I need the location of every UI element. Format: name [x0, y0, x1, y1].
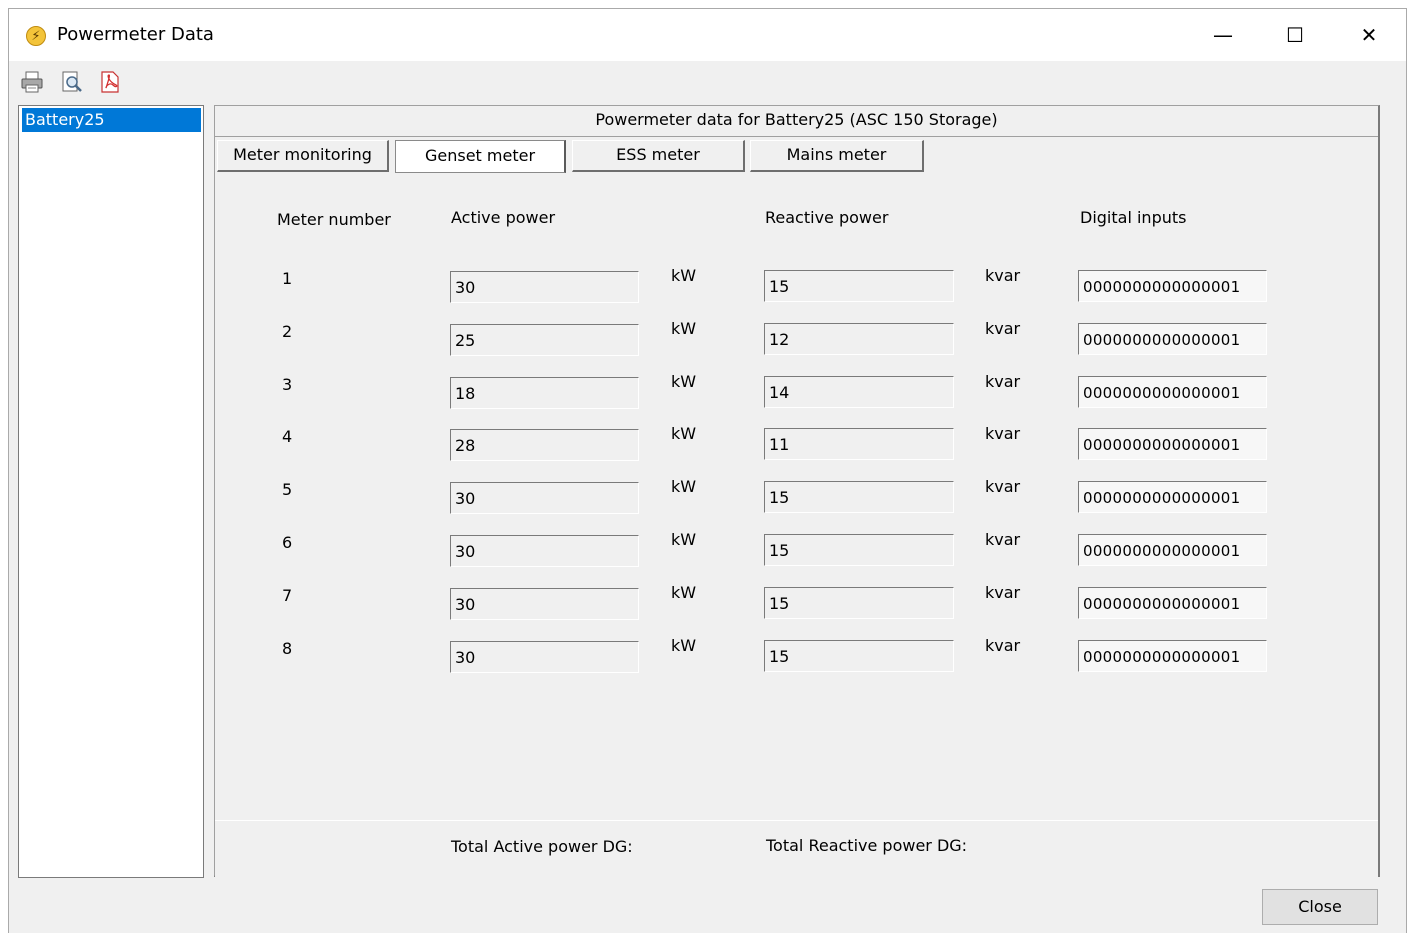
- panel-header: Powermeter data for Battery25 (ASC 150 S…: [215, 106, 1378, 137]
- active-power-unit: kW: [671, 372, 697, 391]
- meter-number-label: 2: [282, 322, 293, 341]
- digital-inputs-field[interactable]: 0000000000000001: [1078, 587, 1267, 619]
- powermeter-window: ⚡ Powermeter Data — ☐ ✕ Battery25 Powerm…: [8, 8, 1407, 933]
- active-power-field[interactable]: 30: [450, 482, 639, 514]
- active-power-unit: kW: [671, 424, 697, 443]
- meter-number-label: 5: [282, 480, 293, 499]
- tab-ess-meter[interactable]: ESS meter: [572, 140, 745, 172]
- meter-number-label: 8: [282, 639, 293, 658]
- reactive-power-field[interactable]: 15: [764, 640, 954, 672]
- reactive-power-field[interactable]: 15: [764, 587, 954, 619]
- reactive-power-field[interactable]: 11: [764, 428, 954, 460]
- active-power-header: Active power: [451, 208, 556, 227]
- active-power-unit: kW: [671, 477, 697, 496]
- export-pdf-icon[interactable]: [97, 69, 123, 95]
- tab-meter-monitoring[interactable]: Meter monitoring: [217, 140, 389, 172]
- active-power-field[interactable]: 25: [450, 324, 639, 356]
- digital-inputs-field[interactable]: 0000000000000001: [1078, 640, 1267, 672]
- totals-bar: Total Active power DG: Total Reactive po…: [215, 820, 1378, 877]
- digital-inputs-field[interactable]: 0000000000000001: [1078, 481, 1267, 513]
- close-button[interactable]: Close: [1262, 889, 1378, 925]
- tab-genset-meter[interactable]: Genset meter: [395, 140, 566, 173]
- reactive-power-field[interactable]: 15: [764, 270, 954, 302]
- meter-number-header: Meter number: [277, 210, 391, 229]
- total-reactive-power-label: Total Reactive power DG:: [766, 836, 968, 855]
- active-power-unit: kW: [671, 530, 697, 549]
- active-power-field[interactable]: 28: [450, 429, 639, 461]
- reactive-power-field[interactable]: 14: [764, 376, 954, 408]
- digital-inputs-field[interactable]: 0000000000000001: [1078, 270, 1267, 302]
- reactive-power-field[interactable]: 12: [764, 323, 954, 355]
- reactive-power-unit: kvar: [985, 530, 1021, 549]
- window-title: Powermeter Data: [57, 24, 214, 45]
- active-power-unit: kW: [671, 266, 697, 285]
- reactive-power-unit: kvar: [985, 636, 1021, 655]
- print-preview-icon[interactable]: [59, 69, 85, 95]
- tab-mains-meter[interactable]: Mains meter: [750, 140, 924, 172]
- reactive-power-unit: kvar: [985, 266, 1021, 285]
- app-logo-icon: ⚡: [26, 26, 46, 46]
- title-bar: ⚡ Powermeter Data — ☐ ✕: [9, 9, 1406, 61]
- meter-number-label: 1: [282, 269, 293, 288]
- digital-inputs-header: Digital inputs: [1080, 208, 1187, 227]
- minimize-button[interactable]: —: [1203, 19, 1243, 51]
- total-active-power-label: Total Active power DG:: [451, 837, 633, 856]
- meter-panel: Powermeter data for Battery25 (ASC 150 S…: [214, 105, 1380, 877]
- active-power-field[interactable]: 18: [450, 377, 639, 409]
- print-icon[interactable]: [19, 69, 45, 95]
- active-power-field[interactable]: 30: [450, 271, 639, 303]
- active-power-field[interactable]: 30: [450, 535, 639, 567]
- meter-number-label: 7: [282, 586, 293, 605]
- meter-number-label: 4: [282, 427, 293, 446]
- close-window-button[interactable]: ✕: [1349, 19, 1389, 51]
- meter-number-label: 6: [282, 533, 293, 552]
- toolbar: [9, 61, 1406, 105]
- reactive-power-unit: kvar: [985, 319, 1021, 338]
- reactive-power-unit: kvar: [985, 583, 1021, 602]
- device-list-item[interactable]: Battery25: [22, 108, 201, 132]
- digital-inputs-field[interactable]: 0000000000000001: [1078, 376, 1267, 408]
- active-power-unit: kW: [671, 636, 697, 655]
- active-power-unit: kW: [671, 583, 697, 602]
- reactive-power-field[interactable]: 15: [764, 481, 954, 513]
- active-power-unit: kW: [671, 319, 697, 338]
- maximize-button[interactable]: ☐: [1275, 19, 1315, 51]
- meter-number-label: 3: [282, 375, 293, 394]
- active-power-field[interactable]: 30: [450, 588, 639, 620]
- reactive-power-field[interactable]: 15: [764, 534, 954, 566]
- reactive-power-unit: kvar: [985, 477, 1021, 496]
- reactive-power-header: Reactive power: [765, 208, 889, 227]
- digital-inputs-field[interactable]: 0000000000000001: [1078, 428, 1267, 460]
- reactive-power-unit: kvar: [985, 372, 1021, 391]
- active-power-field[interactable]: 30: [450, 641, 639, 673]
- digital-inputs-field[interactable]: 0000000000000001: [1078, 323, 1267, 355]
- reactive-power-unit: kvar: [985, 424, 1021, 443]
- device-list[interactable]: Battery25: [18, 105, 204, 878]
- digital-inputs-field[interactable]: 0000000000000001: [1078, 534, 1267, 566]
